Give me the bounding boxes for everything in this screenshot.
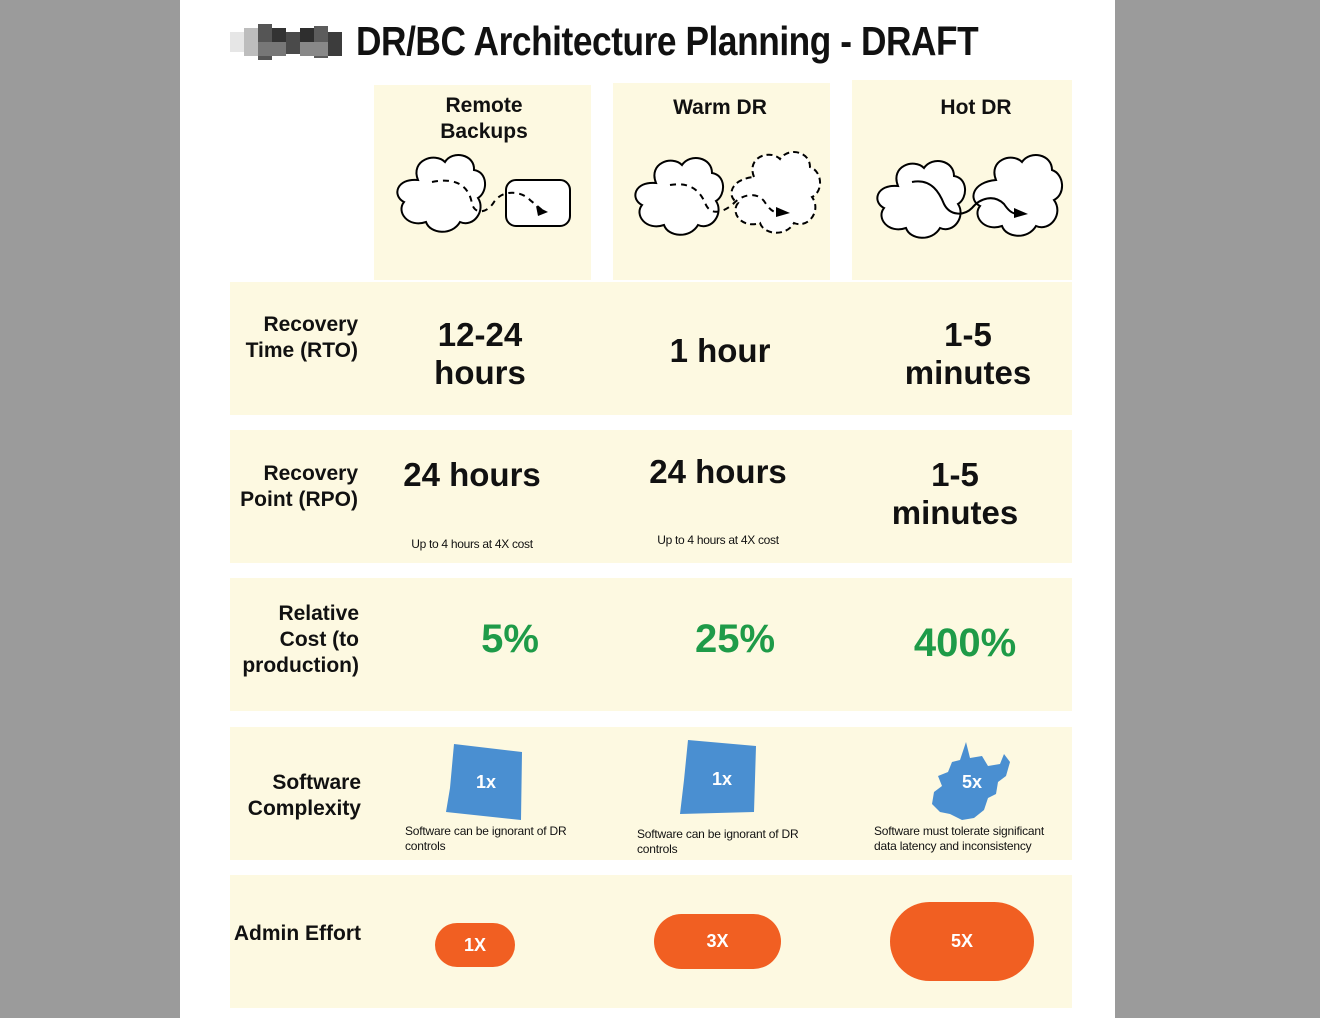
complexity-warm-dr-note: Software can be ignorant of DR controls: [637, 827, 799, 856]
rpo-remote-backups-note: Up to 4 hours at 4X cost: [411, 537, 533, 551]
complexity-hot-dr-note: Software must tolerate significant data …: [874, 824, 1044, 853]
column-header-warm-dr: Warm DR: [673, 96, 767, 119]
cost-hot-dr: 400%: [913, 621, 1017, 665]
rpo-warm-dr: 24 hours: [649, 453, 787, 490]
row-label-rto: Recovery Time (RTO): [245, 313, 358, 362]
row-label-cost: Relative Cost (to production): [242, 602, 359, 677]
complexity-hot-dr-label: 5x: [961, 772, 983, 792]
rto-hot-dr: 1-5 minutes: [904, 316, 1032, 391]
rpo-hot-dr: 1-5 minutes: [891, 456, 1019, 531]
remote-backups-cloud-to-box-icon: [396, 154, 571, 233]
complexity-remote-backups-label: 1x: [475, 772, 497, 792]
complexity-warm-dr-label: 1x: [711, 769, 733, 789]
cost-remote-backups: 5%: [481, 617, 539, 661]
hot-dr-cloud-to-cloud-icon: [876, 154, 1063, 239]
admin-remote-backups-pill: 1X: [435, 923, 515, 967]
admin-hot-dr-pill: 5X: [890, 902, 1034, 981]
warm-dr-cloud-to-cloud-icon: [634, 151, 821, 236]
admin-warm-dr-pill: 3X: [654, 914, 781, 969]
cost-warm-dr: 25%: [694, 617, 776, 661]
page-title: DR/BC Architecture Planning - DRAFT: [356, 18, 979, 64]
row-label-rpo: Recovery Point (RPO): [240, 462, 358, 511]
rto-warm-dr: 1 hour: [669, 332, 771, 369]
blurred-logo: [230, 24, 342, 60]
rpo-remote-backups: 24 hours: [403, 456, 541, 493]
complexity-remote-backups-note: Software can be ignorant of DR controls: [405, 824, 567, 853]
document-page: DR/BC Architecture Planning - DRAFT Remo…: [180, 0, 1115, 1018]
column-header-remote-backups: Remote Backups: [440, 94, 528, 143]
row-label-complexity: Software Complexity: [247, 771, 361, 820]
rto-remote-backups: 12-24 hours: [434, 316, 526, 391]
row-label-admin: Admin Effort: [233, 922, 361, 945]
rpo-warm-dr-note: Up to 4 hours at 4X cost: [657, 533, 779, 547]
title-bar: DR/BC Architecture Planning - DRAFT: [180, 8, 1115, 68]
column-header-hot-dr: Hot DR: [940, 96, 1012, 119]
